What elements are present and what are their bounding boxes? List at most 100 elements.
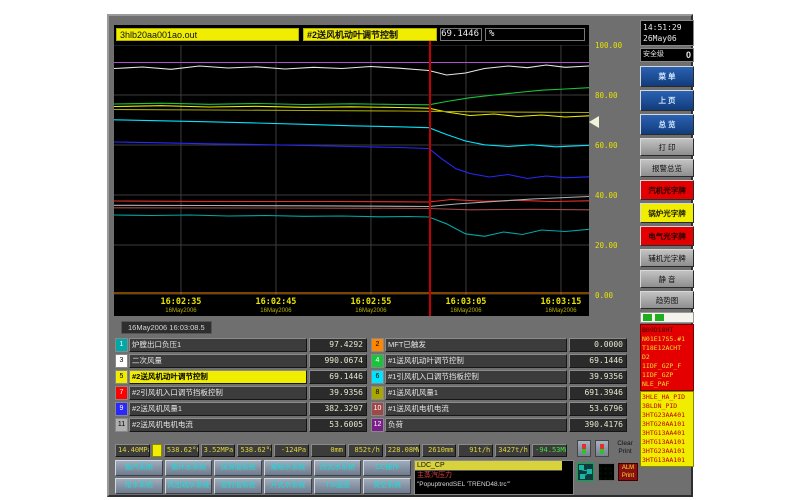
trend-cursor-line[interactable] <box>429 41 431 316</box>
status-value: 2610mm <box>422 444 457 457</box>
x-tick-date: 16May2006 <box>151 308 211 314</box>
sidebar-button-8[interactable]: 电气光字牌 <box>640 226 694 246</box>
status-flag-icon <box>152 444 162 457</box>
sidebar-button-2[interactable]: 上 页 <box>640 90 694 111</box>
legend-row-4[interactable]: 4#1送风机动叶调节控制69.1446 <box>371 354 627 368</box>
pen-value: 53.6005 <box>309 418 367 432</box>
pen-value: 69.1446 <box>309 370 367 384</box>
x-tick-time: 16:02:45 <box>246 297 306 307</box>
command-console[interactable]: LDC_CP 主蒸汽压力 "PopuptrendSEL 'TREND48.trc… <box>414 460 574 495</box>
selected-pen-title[interactable]: #2送风机动叶调节控制 <box>303 28 437 41</box>
legend-column-left: 1炉膛出口负压197.4292 3二次风量990.0674 5#2送风机动叶调节控制… <box>115 338 367 434</box>
legend-row-7[interactable]: 7#2引风机入口调节挡板控制39.9356 <box>115 386 367 400</box>
trend-titlebar: 3hlb20aa001ao.out #2送风机动叶调节控制 69.1446 % <box>114 28 589 43</box>
network-icon[interactable] <box>577 463 594 481</box>
alarm-tag[interactable]: NLE_PAF <box>642 380 692 389</box>
sidebar-button-7[interactable]: 锅炉光字牌 <box>640 203 694 223</box>
legend-row-10[interactable]: 10#1送风机电机电流53.6796 <box>371 402 627 416</box>
sidebar-button-11[interactable]: 趋势图 <box>640 291 694 309</box>
nav-button-2-2[interactable]: 高加疏水系统 <box>165 478 213 494</box>
sidebar-button-5[interactable]: 报警总览 <box>640 159 694 177</box>
pen-color-tag: 3 <box>115 354 128 368</box>
pen-color-tag: 6 <box>371 370 384 384</box>
clear-print-label[interactable]: Clear Print <box>612 440 638 456</box>
sidebar-button-1[interactable]: 菜 单 <box>640 66 694 87</box>
x-tick-time: 16:02:55 <box>341 297 401 307</box>
sidebar-button-4[interactable]: 打 印 <box>640 138 694 156</box>
clock-date: 26May06 <box>643 33 691 44</box>
clock-time: 14:51:29 <box>643 22 691 33</box>
sidebar-button-6[interactable]: 汽机光字牌 <box>640 180 694 200</box>
alarm-print-button[interactable]: ALM Print <box>618 463 638 481</box>
security-level-panel: 安全级 0 <box>640 48 694 62</box>
legend-row-5[interactable]: 5#2送风机动叶调节控制69.1446 <box>115 370 367 384</box>
status-value: 538.62°C <box>164 444 199 457</box>
cursor-value-readout: 69.1446 <box>440 28 482 41</box>
alarm-tag[interactable]: 3HTG13AA101 <box>642 456 692 465</box>
pen-label: #2引风机入口调节挡板控制 <box>129 386 307 400</box>
indicator-toggle-2[interactable] <box>595 440 609 457</box>
pen-label: #2送风机动叶调节控制 <box>129 370 307 384</box>
sidebar-button-9[interactable]: 辅机光字牌 <box>640 249 694 267</box>
alarm-tag[interactable]: N01E17S5.#1 <box>642 335 692 344</box>
alarm-tag[interactable]: 3HLE_HA_PID <box>642 393 692 402</box>
nav-button-1-4[interactable]: 凝结水系统 <box>264 460 312 476</box>
grid-display-icon[interactable] <box>598 463 615 481</box>
legend-row-1[interactable]: 1炉膛出口负压197.4292 <box>115 338 367 352</box>
x-tick-time: 16:03:05 <box>436 297 496 307</box>
nav-button-1-6[interactable]: CC操作 <box>363 460 411 476</box>
alarm-tag[interactable]: 1IDF_GZP_F <box>642 362 692 371</box>
y-axis-label: 0.00 <box>595 291 613 300</box>
legend-row-11[interactable]: 11#2送风机电机电流53.6005 <box>115 418 367 432</box>
alarm-tag[interactable]: 1IDF_GZP <box>642 371 692 380</box>
pen-value: 97.4292 <box>309 338 367 352</box>
y-axis-label: 40.00 <box>595 191 618 200</box>
nav-button-2-4[interactable]: 开式水系统 <box>264 478 312 494</box>
alarm-tag[interactable]: 3BLDN_PID <box>642 402 692 411</box>
trend-plot <box>114 45 589 295</box>
toggle-bar-icon <box>582 444 586 454</box>
nav-button-2-1[interactable]: 给水系统 <box>115 478 163 494</box>
legend-row-8[interactable]: 8#1送风机风量1691.3946 <box>371 386 627 400</box>
unit-status-bar: 14.40MPa538.62°C3.52MPa538.62°C-124Pa0mm… <box>115 444 567 457</box>
pen-color-tag: 9 <box>115 402 128 416</box>
legend-row-2[interactable]: 2MFT已触发0.0000 <box>371 338 627 352</box>
status-value: 91t/h <box>458 444 493 457</box>
green-indicator-icon <box>643 314 652 321</box>
nav-button-2-3[interactable]: 密封油系统 <box>214 478 262 494</box>
status-value: 538.62°C <box>237 444 272 457</box>
nav-button-1-5[interactable]: 闭式水系统 <box>314 460 362 476</box>
alarm-tag[interactable]: 3HTG23AA101 <box>642 447 692 456</box>
alarm-tag[interactable]: B09D18HT <box>642 326 692 335</box>
console-title: LDC_CP <box>415 461 562 471</box>
nav-button-1-2[interactable]: 循环水系统 <box>165 460 213 476</box>
sidebar-button-3[interactable]: 总 览 <box>640 114 694 135</box>
pen-label: 负荷 <box>385 418 567 432</box>
alarm-tag[interactable]: 3HTG13AA101 <box>642 438 692 447</box>
legend-row-6[interactable]: 6#1引风机入口调节挡板控制39.9356 <box>371 370 627 384</box>
alarm-tag[interactable]: 3HTG20AA101 <box>642 420 692 429</box>
trend-line-4 <box>114 88 589 105</box>
status-value: 228.08MW <box>385 444 420 457</box>
nav-button-row-2: 给水系统高加疏水系统密封油系统开式水系统TSI画面真空系统 <box>115 478 411 494</box>
nav-button-1-3[interactable]: 润滑油系统 <box>214 460 262 476</box>
alarm-tag[interactable]: T18E12ACHT <box>642 344 692 353</box>
legend-row-9[interactable]: 9#2送风机风量1382.3297 <box>115 402 367 416</box>
legend-row-3[interactable]: 3二次风量990.0674 <box>115 354 367 368</box>
pen-value: 53.6796 <box>569 402 627 416</box>
legend-row-12[interactable]: 12负荷390.4176 <box>371 418 627 432</box>
alarm-tag[interactable]: 3HTG23AA401 <box>642 411 692 420</box>
nav-button-1-1[interactable]: 抽汽系统 <box>115 460 163 476</box>
nav-button-2-6[interactable]: 真空系统 <box>363 478 411 494</box>
alarm-tag[interactable]: D2 <box>642 353 692 362</box>
y-axis-label: 20.00 <box>595 241 618 250</box>
cursor-value-marker-icon[interactable] <box>589 116 599 128</box>
pen-color-tag: 5 <box>115 370 128 384</box>
alarm-tag[interactable]: 3HTG13AA401 <box>642 429 692 438</box>
nav-button-2-5[interactable]: TSI画面 <box>314 478 362 494</box>
status-value: -124Pa <box>274 444 309 457</box>
indicator-toggle-1[interactable] <box>577 440 591 457</box>
sidebar-button-10[interactable]: 静 音 <box>640 270 694 288</box>
point-tag-field[interactable]: 3hlb20aa001ao.out <box>116 28 299 41</box>
y-axis-label: 80.00 <box>595 91 618 100</box>
